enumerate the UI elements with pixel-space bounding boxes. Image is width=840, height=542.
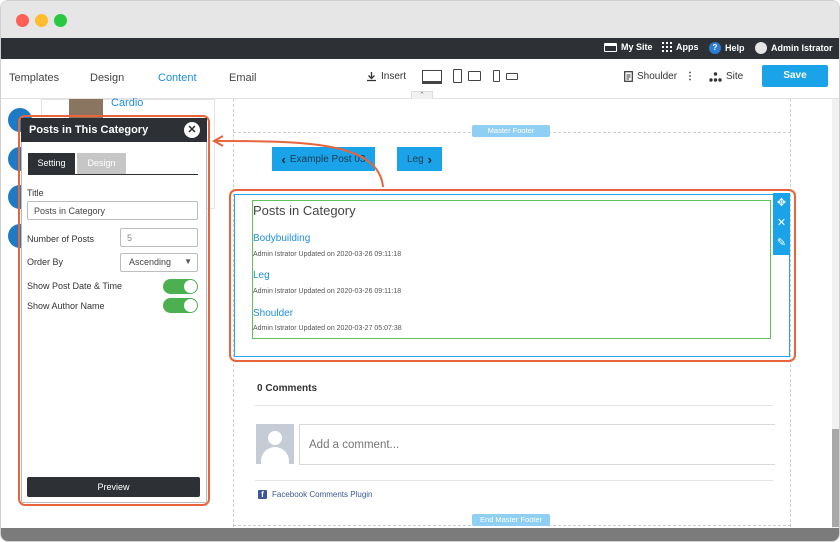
more-vertical-icon[interactable]: ⋮ xyxy=(685,71,695,82)
master-footer-label: Master Footer xyxy=(472,125,550,137)
post-link[interactable]: Bodybuilding xyxy=(253,233,310,244)
tab-design[interactable]: Design xyxy=(90,72,124,84)
phone-landscape-view-icon[interactable] xyxy=(506,73,518,80)
prev-post-button[interactable]: ‹ Example Post 03 xyxy=(272,147,375,171)
tab-underline xyxy=(28,174,198,175)
preview-button[interactable]: Preview xyxy=(27,477,200,497)
post-meta: Admin Istrator Updated on 2020-03-27 05:… xyxy=(253,325,402,332)
widget-controls: ✥ ✕ ✎ xyxy=(773,193,790,255)
page-selector[interactable]: Shoulder ⋮ xyxy=(624,71,695,82)
help-icon: ? xyxy=(709,42,721,54)
divider xyxy=(255,405,773,406)
tab-templates[interactable]: Templates xyxy=(9,72,59,84)
app-window: My Site Apps ? Help Admin Istrator Templ… xyxy=(0,0,840,542)
top-nav-bar: My Site Apps ? Help Admin Istrator xyxy=(1,38,839,59)
chevron-right-icon: › xyxy=(427,151,433,167)
apps-link[interactable]: Apps xyxy=(662,42,699,52)
close-panel-icon[interactable]: ✕ xyxy=(184,122,200,138)
apps-grid-icon xyxy=(662,42,672,52)
number-of-posts-label: Number of Posts xyxy=(27,234,95,244)
next-post-button[interactable]: Leg › xyxy=(397,147,442,171)
show-date-toggle[interactable] xyxy=(163,279,198,294)
avatar xyxy=(256,424,294,464)
site-menu[interactable]: Site xyxy=(709,71,743,82)
desktop-view-icon[interactable] xyxy=(422,70,442,84)
comments-count: 0 Comments xyxy=(257,383,318,394)
post-link[interactable]: Leg xyxy=(253,270,270,281)
posts-in-category-widget[interactable] xyxy=(252,200,771,339)
bottom-bar xyxy=(1,528,839,541)
edit-icon[interactable]: ✎ xyxy=(773,233,790,253)
page-icon xyxy=(624,71,633,82)
chevron-left-icon: ‹ xyxy=(281,151,286,167)
insert-button[interactable]: Insert xyxy=(366,71,406,82)
show-author-toggle[interactable] xyxy=(163,298,198,313)
facebook-icon: f xyxy=(258,490,267,499)
my-site-link[interactable]: My Site xyxy=(604,42,653,52)
tablet-landscape-view-icon[interactable] xyxy=(468,71,481,81)
facebook-plugin-link[interactable]: f Facebook Comments Plugin xyxy=(258,490,373,499)
order-by-select[interactable]: Ascending ▼ xyxy=(120,253,198,272)
post-link-cardio[interactable]: Cardio xyxy=(111,97,143,109)
maximize-window-icon[interactable] xyxy=(54,14,67,27)
post-meta: Admin Istrator Updated on 2020-03-26 09:… xyxy=(253,288,402,295)
phone-view-icon[interactable] xyxy=(493,70,500,82)
post-link[interactable]: Shoulder xyxy=(253,308,293,319)
show-author-label: Show Author Name xyxy=(27,301,105,311)
post-meta: Admin Istrator Updated on 2020-03-26 09:… xyxy=(253,251,402,258)
tab-design-panel[interactable]: Design xyxy=(77,153,126,174)
sitemap-icon xyxy=(709,71,722,82)
tab-email[interactable]: Email xyxy=(229,72,257,84)
tablet-view-icon[interactable] xyxy=(453,69,462,83)
monitor-icon xyxy=(604,42,617,52)
avatar-icon xyxy=(755,42,767,54)
number-of-posts-input[interactable] xyxy=(120,228,198,247)
user-menu[interactable]: Admin Istrator xyxy=(755,42,833,54)
tab-content[interactable]: Content xyxy=(158,72,197,84)
title-label: Title xyxy=(27,188,44,198)
move-icon[interactable]: ✥ xyxy=(773,193,790,213)
tab-setting[interactable]: Setting xyxy=(28,153,75,174)
close-window-icon[interactable] xyxy=(16,14,29,27)
end-master-footer-label: End Master Footer xyxy=(472,514,550,526)
panel-title: Posts in This Category xyxy=(21,118,207,142)
order-by-label: Order By xyxy=(27,257,64,267)
widget-title: Posts in Category xyxy=(253,203,356,218)
window-titlebar xyxy=(1,1,839,38)
title-input[interactable] xyxy=(27,201,198,220)
show-date-label: Show Post Date & Time xyxy=(27,281,123,291)
comment-input[interactable] xyxy=(299,424,775,465)
divider xyxy=(255,480,773,481)
minimize-window-icon[interactable] xyxy=(35,14,48,27)
scrollbar-thumb[interactable] xyxy=(832,429,839,527)
caret-down-icon: ▼ xyxy=(184,257,192,266)
save-button[interactable]: Save xyxy=(762,65,828,87)
help-link[interactable]: ? Help xyxy=(709,42,745,54)
download-icon xyxy=(367,72,376,82)
close-icon[interactable]: ✕ xyxy=(773,213,790,233)
